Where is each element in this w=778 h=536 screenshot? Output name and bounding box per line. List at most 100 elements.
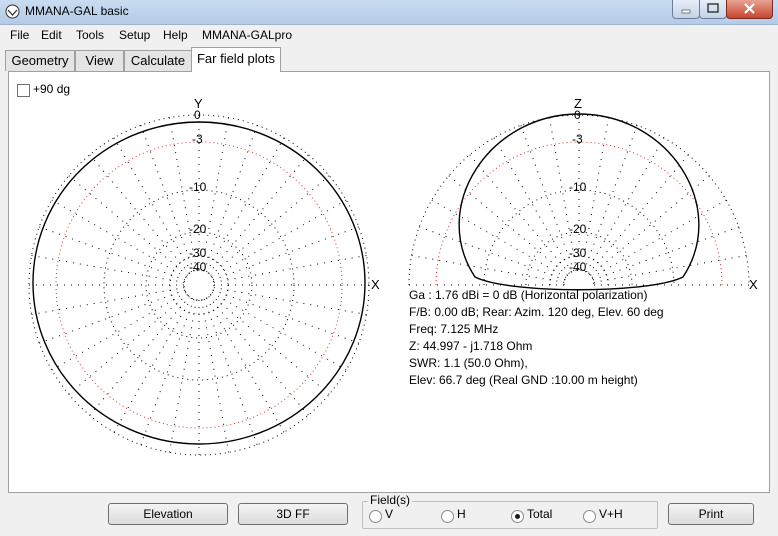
azimuth-grid-spoke [210, 294, 330, 395]
elevation-grid-spoke [591, 199, 727, 278]
close-button[interactable] [726, 0, 773, 19]
tab-view[interactable]: View [75, 50, 124, 71]
elevation-grid-spoke [431, 199, 567, 278]
minimize-button[interactable] [672, 0, 700, 19]
tab-geometry[interactable]: Geometry [5, 50, 75, 71]
azimuth-grid-ring [183, 269, 215, 301]
azimuth-grid-spoke [31, 287, 185, 316]
azimuth-grid-spoke [211, 292, 347, 371]
minimize-icon [681, 9, 691, 14]
maximize-button[interactable] [699, 0, 727, 19]
azimuth-grid-spoke [208, 296, 309, 416]
azimuth-ring-label-40: -40 [189, 260, 207, 274]
elevation-grid-spoke [586, 137, 665, 273]
azimuth-ring-label-30: -30 [189, 246, 207, 260]
title-bar: MMANA-GAL basic [0, 0, 778, 25]
front-back-line: F/B: 0.00 dB; Rear: Azim. 120 deg, Elev.… [409, 305, 664, 319]
field-vh-label: V+H [599, 507, 623, 521]
elevation-ring-label-40: -40 [569, 260, 587, 274]
azimuth-grid-spoke [208, 154, 309, 274]
elevation-plot: Z X 0 -3 -10 -20 -30 -40 [408, 96, 758, 292]
bottom-toolbar: Elevation 3D FF Field(s) V H Total V+H P… [0, 493, 778, 536]
elevation-axis-x-label: X [749, 277, 758, 292]
menu-edit[interactable]: Edit [41, 28, 62, 42]
elevation-grid-spoke [520, 125, 575, 272]
maximize-icon [707, 3, 719, 13]
azimuth-pattern [32, 121, 366, 445]
azimuth-grid-spoke [39, 226, 186, 281]
menu-bar: File Edit Tools Setup Help MMANA-GALpro [0, 25, 778, 45]
azimuth-grid-spoke [31, 254, 185, 283]
azimuth-grid-spoke [68, 294, 188, 395]
field-v-radio[interactable] [369, 510, 382, 523]
swr-line: SWR: 1.1 (50.0 Ohm), [409, 356, 528, 370]
field-total-radio[interactable] [511, 510, 524, 523]
fields-group: Field(s) V H Total V+H [362, 493, 658, 529]
azimuth-grid [28, 114, 370, 456]
azimuth-grid-spoke [140, 298, 195, 445]
menu-tools[interactable]: Tools [76, 28, 104, 42]
azimuth-plot: Y X 0 -3 -10 -20 -30 -40 [28, 96, 380, 456]
azimuth-grid-spoke [206, 137, 285, 273]
elevation-grid-spoke [469, 154, 570, 274]
field-h-label: H [457, 507, 466, 521]
azimuth-grid-spoke [51, 292, 187, 371]
elevation-grid-spoke [583, 125, 638, 272]
fields-group-title: Field(s) [368, 493, 413, 507]
azimuth-ring-label-0: 0 [194, 108, 201, 122]
app-icon [5, 4, 20, 19]
far-field-panel: +90 dg Y X 0 -3 -10 -20 -30 -40 Z X 0 -3… [8, 71, 770, 493]
azimuth-grid-spoke [89, 296, 190, 416]
azimuth-grid-spoke [212, 226, 359, 281]
azimuth-ring-label-20: -20 [189, 222, 207, 236]
field-total-label: Total [527, 507, 553, 521]
field-vh-radio[interactable] [583, 510, 596, 523]
print-button[interactable]: Print [668, 503, 754, 525]
azimuth-grid-spoke [212, 289, 359, 344]
elevation-grid-spoke [588, 154, 689, 274]
menu-file[interactable]: File [10, 28, 29, 42]
azimuth-grid-spoke [113, 137, 192, 273]
elevation-grid-spoke [419, 226, 566, 281]
azimuth-grid-spoke [213, 254, 367, 283]
field-v-label: V [385, 507, 394, 521]
azimuth-grid-spoke [203, 125, 258, 272]
azimuth-grid-spoke [39, 289, 186, 344]
menu-help[interactable]: Help [163, 28, 188, 42]
elevation-line: Elev: 66.7 deg (Real GND :10.00 m height… [409, 373, 638, 387]
window-title: MMANA-GAL basic [25, 4, 129, 18]
azimuth-grid-spoke [89, 154, 190, 274]
azimuth-grid-spoke [211, 199, 347, 278]
tab-calculate[interactable]: Calculate [124, 50, 192, 71]
elevation-ring-label-30: -30 [569, 246, 587, 260]
menu-mmana-galpro[interactable]: MMANA-GALpro [202, 28, 292, 42]
azimuth-grid-ring [28, 114, 370, 456]
elevation-ring-label-0: 0 [574, 108, 581, 122]
azimuth-grid-spoke [168, 299, 197, 453]
menu-setup[interactable]: Setup [119, 28, 150, 42]
elevation-grid-spoke [493, 137, 572, 273]
frequency-line: Freq: 7.125 MHz [409, 322, 499, 336]
results-text: Ga : 1.76 dBi = 0 dB (Horizontal polariz… [409, 287, 664, 389]
3d-ff-button[interactable]: 3D FF [238, 503, 348, 525]
azimuth-grid-ring [103, 189, 295, 381]
field-h-radio[interactable] [441, 510, 454, 523]
azimuth-ring-label-10: -10 [189, 180, 207, 194]
azimuth-grid-spoke [68, 175, 188, 276]
azimuth-axis-x-label: X [371, 277, 380, 292]
azimuth-grid-spoke [206, 297, 285, 433]
elevation-button[interactable]: Elevation [108, 503, 228, 525]
azimuth-grid-spoke [51, 199, 187, 278]
elevation-grid-spoke [592, 226, 739, 281]
azimuth-grid-spoke [201, 299, 230, 453]
azimuth-grid-spoke [113, 297, 192, 433]
impedance-line: Z: 44.997 - j1.718 Ohm [409, 339, 533, 353]
tab-far-field-plots[interactable]: Far field plots [191, 47, 281, 72]
far-field-plots: Y X 0 -3 -10 -20 -30 -40 Z X 0 -3 -10 -2… [28, 96, 758, 456]
gain-line: Ga : 1.76 dBi = 0 dB (Horizontal polariz… [409, 288, 648, 302]
azimuth-grid-spoke [203, 298, 258, 445]
elevation-ring-label-20: -20 [569, 222, 587, 236]
elevation-ring-label-3: -3 [572, 132, 583, 146]
close-icon [744, 3, 755, 14]
azimuth-grid-spoke [210, 175, 330, 276]
